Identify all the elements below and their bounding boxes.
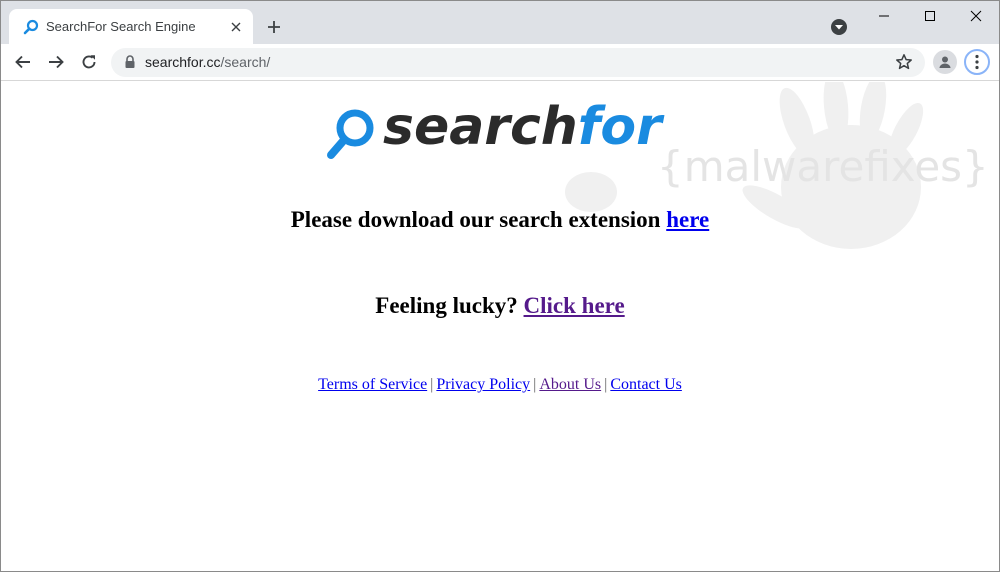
- terms-link[interactable]: Terms of Service: [318, 376, 427, 393]
- download-extension-link[interactable]: here: [666, 207, 709, 232]
- lock-icon[interactable]: [124, 55, 136, 69]
- lucky-click-link[interactable]: Click here: [524, 293, 625, 318]
- chevron-down-circle-icon[interactable]: [830, 18, 848, 36]
- star-icon[interactable]: [895, 53, 913, 71]
- footer-separator: |: [430, 376, 434, 393]
- logo-word-search: search: [383, 97, 578, 157]
- lucky-prompt: Feeling lucky? Click here: [1, 293, 999, 319]
- minimize-icon[interactable]: [861, 1, 907, 31]
- tab-strip: SearchFor Search Engine: [1, 1, 999, 44]
- back-arrow-icon[interactable]: [11, 50, 35, 74]
- url-host: searchfor.cc: [145, 54, 221, 70]
- download-prompt: Please download our search extension her…: [1, 207, 999, 233]
- person-icon[interactable]: [933, 50, 957, 74]
- page-content: {malwarefixes} searchfor Please download…: [1, 70, 999, 571]
- watermark-text: {malwarefixes}: [657, 142, 989, 191]
- privacy-link[interactable]: Privacy Policy: [436, 376, 530, 393]
- magnifier-logo-icon: [325, 106, 377, 164]
- address-bar[interactable]: searchfor.cc/search/: [111, 48, 925, 77]
- about-link[interactable]: About Us: [539, 376, 601, 393]
- footer-links: Terms of Service | Privacy Policy | About Us…: [1, 376, 999, 394]
- logo-word-for: for: [577, 97, 662, 157]
- url-path: /search/: [220, 54, 271, 70]
- footer-separator: |: [604, 376, 608, 393]
- kebab-menu-icon[interactable]: [964, 49, 990, 75]
- reload-icon[interactable]: [77, 50, 101, 74]
- tab-searchfor[interactable]: SearchFor Search Engine: [9, 9, 253, 44]
- browser-toolbar: searchfor.cc/search/: [1, 44, 999, 81]
- forward-arrow-icon[interactable]: [44, 50, 68, 74]
- window-close-icon[interactable]: [953, 1, 999, 31]
- download-text: Please download our search extension: [290, 207, 661, 232]
- lucky-text: Feeling lucky?: [375, 293, 518, 318]
- browser-window: SearchFor Search Engine searchfor.cc/sea…: [0, 0, 1000, 572]
- url-text: searchfor.cc/search/: [145, 54, 270, 71]
- footer-separator: |: [533, 376, 537, 393]
- maximize-icon[interactable]: [907, 1, 953, 31]
- magnifier-favicon-icon: [23, 19, 39, 35]
- tab-title: SearchFor Search Engine: [46, 19, 196, 34]
- logo-wordmark: searchfor: [383, 94, 662, 160]
- close-icon[interactable]: [227, 18, 245, 36]
- searchfor-logo: searchfor: [325, 97, 685, 164]
- contact-link[interactable]: Contact Us: [610, 376, 682, 393]
- plus-icon[interactable]: [263, 16, 285, 38]
